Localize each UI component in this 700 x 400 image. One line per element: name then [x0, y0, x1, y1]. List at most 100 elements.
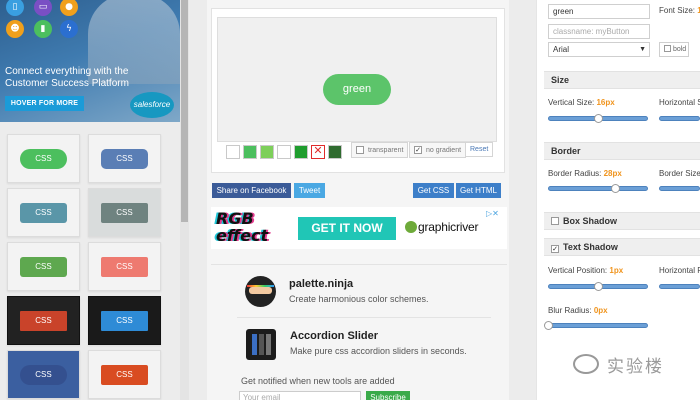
email-input[interactable]: Your email [239, 391, 361, 400]
bold-label: bold [672, 46, 687, 53]
preset-button: CSS [101, 256, 148, 277]
product-title[interactable]: Accordion Slider [290, 330, 378, 342]
preset-swatch[interactable]: CSS [7, 134, 80, 183]
vertical-position-value: 1px [609, 266, 624, 275]
color-swatch-dark-green[interactable] [294, 145, 308, 159]
checkbox-box [356, 146, 364, 154]
product-subtitle: Create harmonious color schemes. [289, 294, 429, 304]
ninja-icon[interactable] [245, 276, 276, 307]
preset-swatch[interactable]: CSS [88, 242, 161, 291]
border-radius-slider-thumb[interactable] [611, 184, 620, 193]
share-facebook-button[interactable]: Share on Facebook [212, 183, 291, 198]
transparent-checkbox[interactable]: transparent [351, 142, 409, 158]
watermark: 实验楼 [573, 351, 693, 377]
border-section-header[interactable]: Border [544, 142, 700, 160]
preset-button: CSS [20, 364, 67, 385]
product-title[interactable]: palette.ninja [289, 278, 353, 290]
classname-input[interactable]: classname: myButton [548, 24, 650, 39]
border-radius-slider[interactable] [548, 186, 648, 191]
accordion-slider-icon[interactable] [246, 329, 276, 360]
box-shadow-section-header[interactable]: Box Shadow [544, 212, 700, 230]
preset-swatch[interactable]: CSS [88, 350, 161, 399]
watermark-text: 实验楼 [607, 356, 664, 376]
chat-icon: ▭ [34, 0, 52, 16]
vertical-position-slider-thumb[interactable] [594, 282, 603, 291]
vertical-position-label: Vertical Position: 1px [548, 266, 623, 275]
blur-radius-value: 0px [593, 306, 608, 315]
font-family-select[interactable]: Arial ▼ [548, 42, 650, 57]
rgb-effect-logo: RGB effect [216, 210, 284, 248]
left-scrollbar-thumb[interactable] [181, 0, 188, 222]
blur-radius-label: Blur Radius: 0px [548, 306, 608, 315]
preset-swatch[interactable]: CSS [88, 134, 161, 183]
product-subtitle: Make pure css accordion sliders in secon… [290, 346, 467, 356]
border-size-label: Border Size [659, 169, 700, 178]
tweet-button[interactable]: Tweet [294, 183, 325, 198]
preset-button: CSS [20, 310, 67, 331]
no-gradient-checkbox[interactable]: ✓ no gradient [409, 142, 467, 158]
color-swatch-white[interactable] [226, 145, 240, 159]
preset-button: CSS [20, 256, 67, 277]
bold-checkbox[interactable]: bold [659, 42, 689, 57]
ad-choices-icon[interactable]: ▷✕ [486, 209, 499, 218]
border-radius-value: 28px [603, 169, 622, 178]
font-size-label-text: Font Size: [659, 6, 696, 15]
hover-for-more-button[interactable]: HOVER FOR MORE [5, 96, 84, 111]
preset-button: CSS [101, 364, 148, 385]
ninja-face [249, 287, 272, 294]
subscribe-button[interactable]: Subscribe [366, 391, 410, 400]
preset-swatch[interactable]: CSS [7, 350, 80, 399]
horizontal-position-slider[interactable] [659, 284, 700, 289]
blur-radius-slider-thumb[interactable] [544, 321, 553, 330]
text-shadow-section-header[interactable]: ✓ Text Shadow [544, 238, 700, 256]
box-shadow-checkbox[interactable] [551, 217, 559, 225]
preset-swatch[interactable]: CSS [7, 242, 80, 291]
preset-swatch[interactable]: CSS [88, 188, 161, 237]
horizontal-position-label: Horizontal P [659, 266, 700, 275]
border-radius-label: Border Radius: 28px [548, 169, 622, 178]
preset-button: CSS [101, 310, 148, 331]
accordion-bar [266, 334, 271, 355]
chart-icon: ▮ [34, 20, 52, 38]
text-shadow-checkbox[interactable]: ✓ [551, 245, 559, 253]
ad-headline: Connect everything with the Customer Suc… [5, 66, 129, 89]
blur-radius-slider[interactable] [548, 323, 648, 328]
newsletter-prompt: Get notified when new tools are added [241, 376, 395, 386]
border-radius-label-text: Border Radius: [548, 169, 602, 178]
get-it-now-button[interactable]: GET IT NOW [298, 217, 396, 240]
checkbox-box [664, 45, 671, 52]
preset-swatch[interactable]: CSS [7, 188, 80, 237]
border-size-slider[interactable] [659, 186, 700, 191]
accordion-bar [252, 334, 257, 355]
size-section-header[interactable]: Size [544, 71, 700, 89]
preview-button[interactable]: green [323, 74, 391, 105]
no-color-swatch-icon[interactable]: ✕ [311, 145, 325, 159]
horizontal-size-slider[interactable] [659, 116, 700, 121]
font-family-value: Arial [553, 45, 570, 54]
graphicriver-leaf-icon [405, 221, 417, 233]
box-shadow-label: Box Shadow [563, 216, 618, 226]
accordion-bar [259, 334, 264, 355]
preset-swatch[interactable]: CSS [88, 296, 161, 345]
button-text-input[interactable]: green [548, 4, 650, 19]
bolt-icon: ϟ [60, 20, 78, 38]
get-html-button[interactable]: Get HTML [456, 183, 501, 198]
preset-swatch[interactable]: CSS [7, 296, 80, 345]
salesforce-logo: salesforce [130, 92, 174, 118]
wechat-icon [573, 354, 599, 374]
vertical-size-label-text: Vertical Size: [548, 98, 595, 107]
color-swatch-light-green[interactable] [260, 145, 274, 159]
color-swatch-forest[interactable] [328, 145, 342, 159]
divider [211, 264, 507, 265]
vertical-size-label: Vertical Size: 16px [548, 98, 615, 107]
reset-button[interactable]: Reset [465, 142, 494, 157]
color-swatch-white-2[interactable] [277, 145, 291, 159]
vertical-size-slider-thumb[interactable] [594, 114, 603, 123]
blur-radius-label-text: Blur Radius: [548, 306, 592, 315]
get-css-button[interactable]: Get CSS [413, 183, 454, 198]
people-icon: ☻ [6, 20, 24, 38]
color-swatch-green[interactable] [243, 145, 257, 159]
checkbox-check-icon: ✓ [414, 146, 422, 154]
salesforce-ad[interactable]: ▯ ▭ ● ☻ ▮ ϟ Connect everything with the … [0, 0, 180, 122]
phone-icon: ▯ [6, 0, 24, 16]
